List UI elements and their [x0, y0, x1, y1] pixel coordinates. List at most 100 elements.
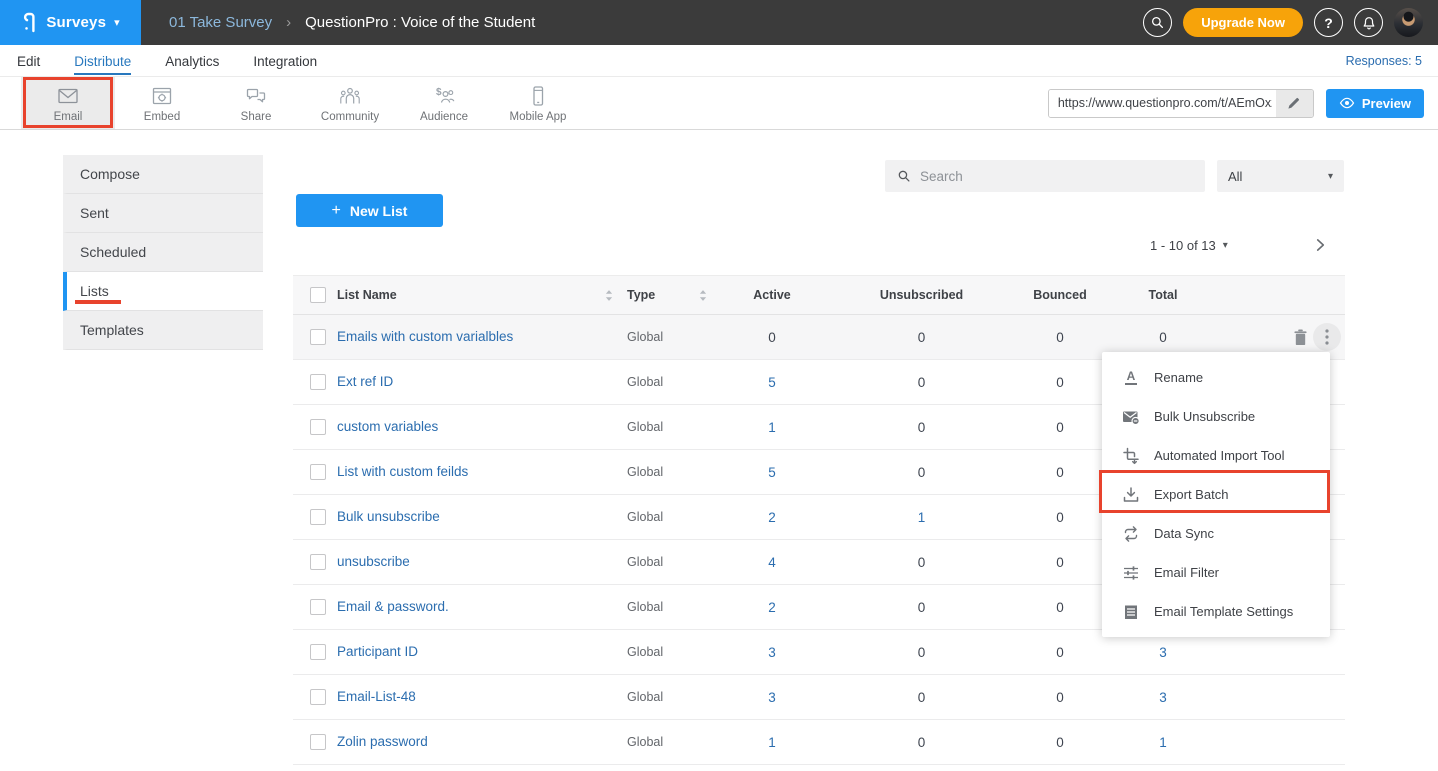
toolbar-item-community[interactable]: Community: [303, 77, 397, 129]
unsubscribed-count[interactable]: 0: [827, 555, 1016, 570]
unsubscribed-count[interactable]: 0: [827, 600, 1016, 615]
sidebar-item-templates[interactable]: Templates: [63, 311, 263, 350]
sidebar-item-lists[interactable]: Lists: [63, 272, 263, 311]
bounced-count[interactable]: 0: [1016, 690, 1104, 705]
tab-analytics[interactable]: Analytics: [165, 47, 219, 75]
toolbar-item-email[interactable]: Email: [21, 77, 115, 129]
row-checkbox[interactable]: [310, 599, 326, 615]
toolbar-item-embed[interactable]: Embed: [115, 77, 209, 129]
more-actions-button[interactable]: [1313, 323, 1341, 351]
menu-item-rename[interactable]: A Rename: [1102, 358, 1330, 397]
table-row[interactable]: Zolin password Global 1 0 0 1: [293, 720, 1345, 765]
toolbar-item-audience[interactable]: $ Audience: [397, 77, 491, 129]
next-page-button[interactable]: [1314, 237, 1327, 253]
row-checkbox[interactable]: [310, 734, 326, 750]
list-name-link[interactable]: custom variables: [337, 419, 438, 434]
active-count[interactable]: 5: [717, 465, 827, 480]
row-checkbox[interactable]: [310, 374, 326, 390]
total-count[interactable]: 1: [1104, 735, 1222, 750]
list-name-link[interactable]: Emails with custom varialbles: [337, 329, 513, 344]
tab-integration[interactable]: Integration: [253, 47, 317, 75]
unsubscribed-count[interactable]: 0: [827, 420, 1016, 435]
responses-count[interactable]: Responses: 5: [1346, 54, 1422, 68]
total-count[interactable]: 3: [1104, 690, 1222, 705]
unsubscribed-count[interactable]: 1: [827, 510, 1016, 525]
list-name-link[interactable]: List with custom feilds: [337, 464, 468, 479]
search-input[interactable]: [920, 169, 1205, 184]
row-checkbox[interactable]: [310, 509, 326, 525]
sort-icon[interactable]: [699, 289, 707, 302]
menu-item-email-template-settings[interactable]: Email Template Settings: [1102, 592, 1330, 631]
active-count[interactable]: 2: [717, 600, 827, 615]
notifications-button[interactable]: [1354, 8, 1383, 37]
tab-distribute[interactable]: Distribute: [74, 47, 131, 75]
row-checkbox[interactable]: [310, 329, 326, 345]
page-range-label[interactable]: 1 - 10 of 13: [1150, 238, 1216, 253]
delete-list-button[interactable]: [1293, 329, 1308, 346]
sidebar-item-sent[interactable]: Sent: [63, 194, 263, 233]
toolbar-item-mobile-app[interactable]: Mobile App: [491, 77, 585, 129]
row-checkbox[interactable]: [310, 644, 326, 660]
active-count[interactable]: 5: [717, 375, 827, 390]
survey-url-input[interactable]: [1049, 90, 1276, 117]
breadcrumb-survey[interactable]: 01 Take Survey: [169, 14, 272, 31]
list-name-link[interactable]: Participant ID: [337, 644, 418, 659]
total-count[interactable]: 0: [1104, 330, 1222, 345]
sort-icon[interactable]: [605, 289, 613, 302]
total-count[interactable]: 3: [1104, 645, 1222, 660]
select-all-checkbox[interactable]: [310, 287, 326, 303]
new-list-button[interactable]: + New List: [296, 194, 443, 227]
app-switcher[interactable]: Surveys ▾: [0, 0, 141, 45]
unsubscribed-count[interactable]: 0: [827, 645, 1016, 660]
menu-item-bulk-unsubscribe[interactable]: Bulk Unsubscribe: [1102, 397, 1330, 436]
unsubscribed-count[interactable]: 0: [827, 690, 1016, 705]
menu-item-data-sync[interactable]: Data Sync: [1102, 514, 1330, 553]
active-count[interactable]: 4: [717, 555, 827, 570]
menu-item-automated-import-tool[interactable]: Automated Import Tool: [1102, 436, 1330, 475]
bounced-count[interactable]: 0: [1016, 555, 1104, 570]
column-list-name[interactable]: List Name: [337, 288, 397, 302]
tab-edit[interactable]: Edit: [17, 47, 40, 75]
bounced-count[interactable]: 0: [1016, 510, 1104, 525]
sidebar-item-scheduled[interactable]: Scheduled: [63, 233, 263, 272]
list-name-link[interactable]: unsubscribe: [337, 554, 410, 569]
list-name-link[interactable]: Ext ref ID: [337, 374, 393, 389]
bounced-count[interactable]: 0: [1016, 420, 1104, 435]
preview-button[interactable]: Preview: [1326, 89, 1424, 118]
row-checkbox[interactable]: [310, 554, 326, 570]
list-name-link[interactable]: Email & password.: [337, 599, 449, 614]
active-count[interactable]: 3: [717, 645, 827, 660]
user-avatar[interactable]: [1394, 8, 1423, 37]
active-count[interactable]: 2: [717, 510, 827, 525]
bounced-count[interactable]: 0: [1016, 735, 1104, 750]
sidebar-item-compose[interactable]: Compose: [63, 155, 263, 194]
edit-url-button[interactable]: [1276, 90, 1313, 117]
upgrade-now-button[interactable]: Upgrade Now: [1183, 8, 1303, 37]
active-count[interactable]: 1: [717, 420, 827, 435]
unsubscribed-count[interactable]: 0: [827, 375, 1016, 390]
active-count[interactable]: 1: [717, 735, 827, 750]
menu-item-email-filter[interactable]: Email Filter: [1102, 553, 1330, 592]
bounced-count[interactable]: 0: [1016, 465, 1104, 480]
list-name-link[interactable]: Zolin password: [337, 734, 428, 749]
list-name-link[interactable]: Email-List-48: [337, 689, 416, 704]
bounced-count[interactable]: 0: [1016, 645, 1104, 660]
search-button[interactable]: [1143, 8, 1172, 37]
menu-item-export-batch[interactable]: Export Batch: [1102, 475, 1330, 514]
help-button[interactable]: ?: [1314, 8, 1343, 37]
row-checkbox[interactable]: [310, 419, 326, 435]
unsubscribed-count[interactable]: 0: [827, 735, 1016, 750]
chevron-down-icon[interactable]: ▾: [1223, 240, 1228, 251]
toolbar-item-share[interactable]: Share: [209, 77, 303, 129]
list-filter-dropdown[interactable]: All ▾: [1217, 160, 1344, 192]
unsubscribed-count[interactable]: 0: [827, 465, 1016, 480]
active-count[interactable]: 3: [717, 690, 827, 705]
active-count[interactable]: 0: [717, 330, 827, 345]
column-type[interactable]: Type: [627, 288, 655, 302]
row-checkbox[interactable]: [310, 464, 326, 480]
row-checkbox[interactable]: [310, 689, 326, 705]
table-row[interactable]: Email-List-48 Global 3 0 0 3: [293, 675, 1345, 720]
unsubscribed-count[interactable]: 0: [827, 330, 1016, 345]
bounced-count[interactable]: 0: [1016, 330, 1104, 345]
list-name-link[interactable]: Bulk unsubscribe: [337, 509, 440, 524]
